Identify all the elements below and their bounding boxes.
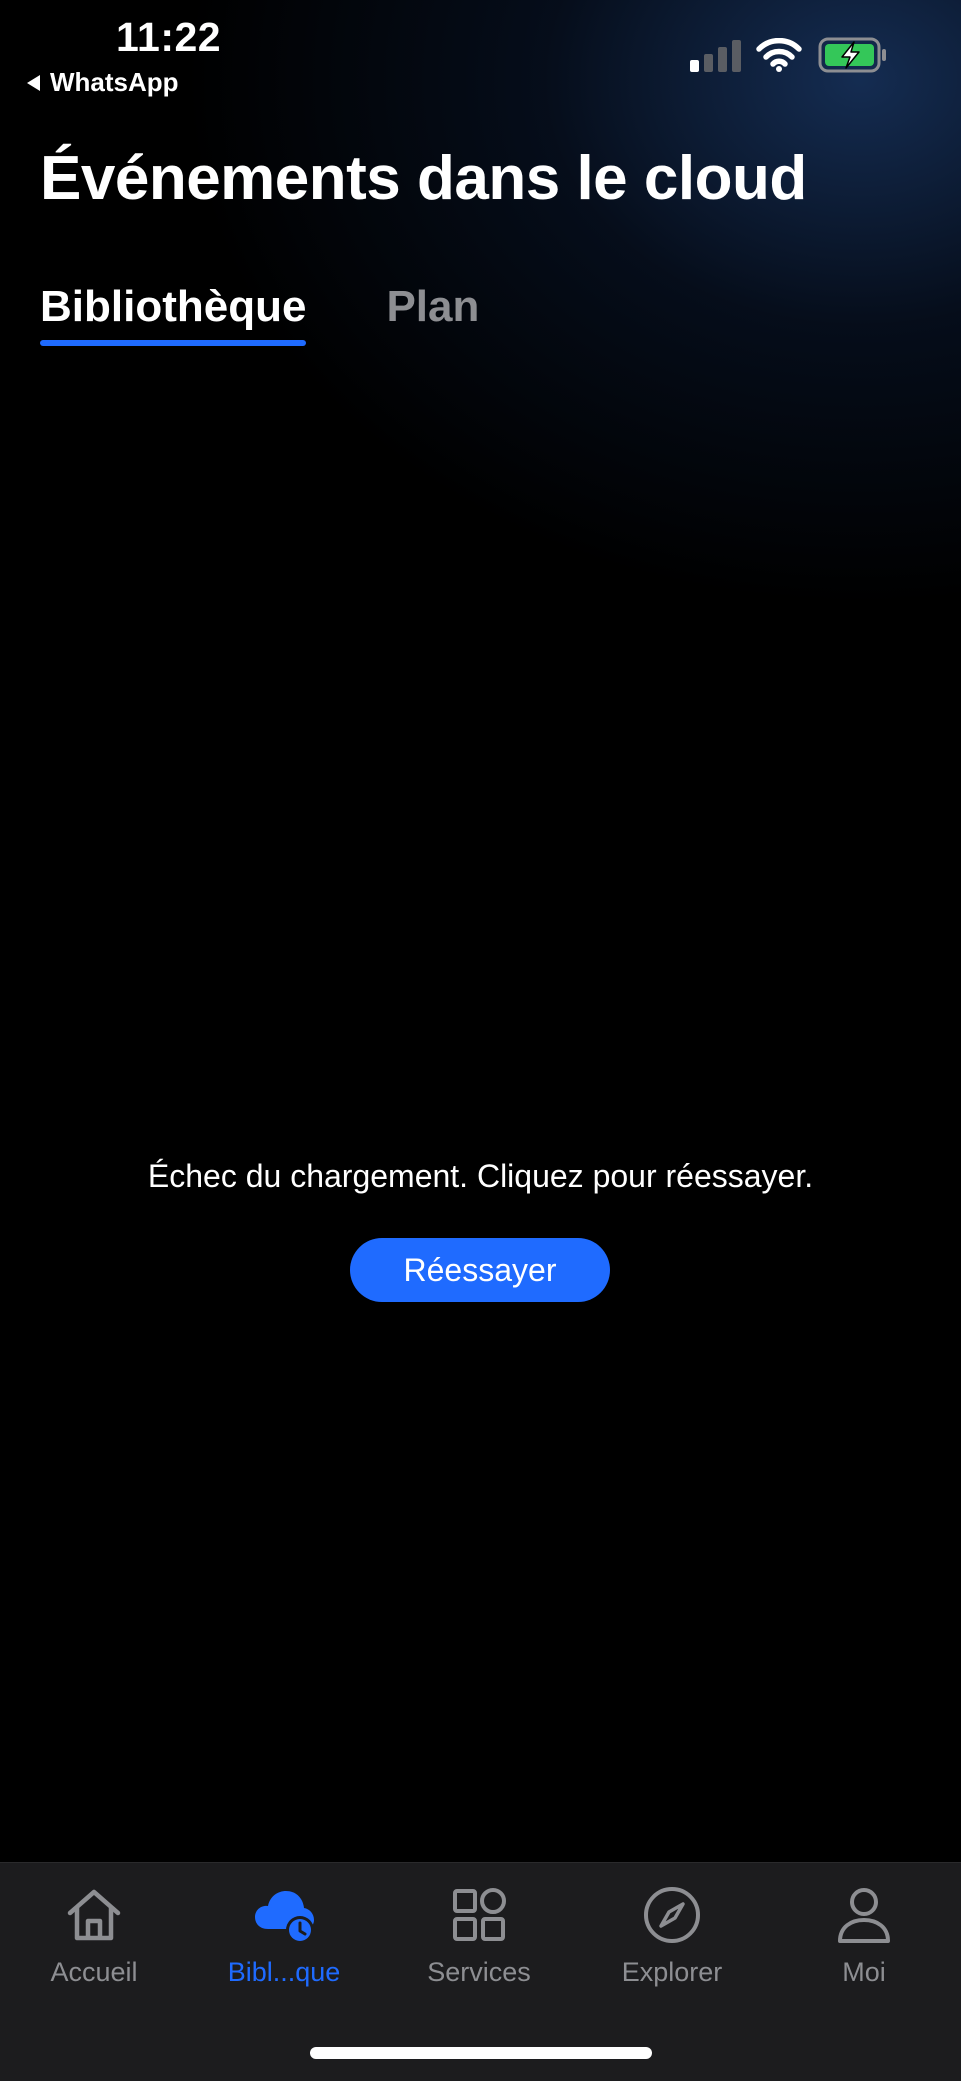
tab-bibliotheque[interactable]: Bibliothèque	[40, 282, 307, 346]
tab-bar: Bibliothèque Plan	[40, 282, 479, 346]
nav-item-accueil[interactable]: Accueil	[4, 1883, 184, 1988]
back-arrow-icon	[27, 74, 40, 91]
nav-item-services[interactable]: Services	[389, 1883, 569, 1988]
nav-label-accueil: Accueil	[50, 1957, 138, 1987]
nav-label-moi: Moi	[842, 1957, 886, 1987]
nav-label-explorer: Explorer	[621, 1957, 723, 1987]
cellular-signal-icon	[690, 40, 742, 72]
home-indicator[interactable]	[310, 2047, 652, 2059]
back-to-app-link[interactable]: WhatsApp	[27, 67, 179, 98]
status-time: 11:22	[116, 14, 222, 60]
nav-item-moi[interactable]: Moi	[774, 1883, 954, 1988]
cloud-clock-icon	[255, 1891, 314, 1944]
compass-icon	[644, 1887, 700, 1943]
nav-item-explorer[interactable]: Explorer	[582, 1883, 762, 1988]
battery-charging-icon	[818, 37, 886, 73]
nav-label-bibliotheque: Bibl...que	[227, 1957, 341, 1987]
retry-button[interactable]: Réessayer	[350, 1238, 610, 1302]
grid-icon	[453, 1888, 506, 1941]
nav-label-services: Services	[427, 1957, 531, 1987]
wifi-icon	[756, 38, 802, 72]
tab-plan[interactable]: Plan	[386, 282, 479, 346]
person-icon	[838, 1888, 890, 1943]
load-error-message: Échec du chargement. Cliquez pour réessa…	[147, 1158, 814, 1194]
back-app-label: WhatsApp	[50, 67, 179, 97]
nav-item-bibliotheque[interactable]: Bibl...que	[194, 1883, 374, 1988]
home-icon	[67, 1889, 121, 1941]
app-screen: 11:22 WhatsApp Événements dans le cloud …	[0, 0, 961, 2081]
page-title: Événements dans le cloud	[40, 144, 807, 213]
